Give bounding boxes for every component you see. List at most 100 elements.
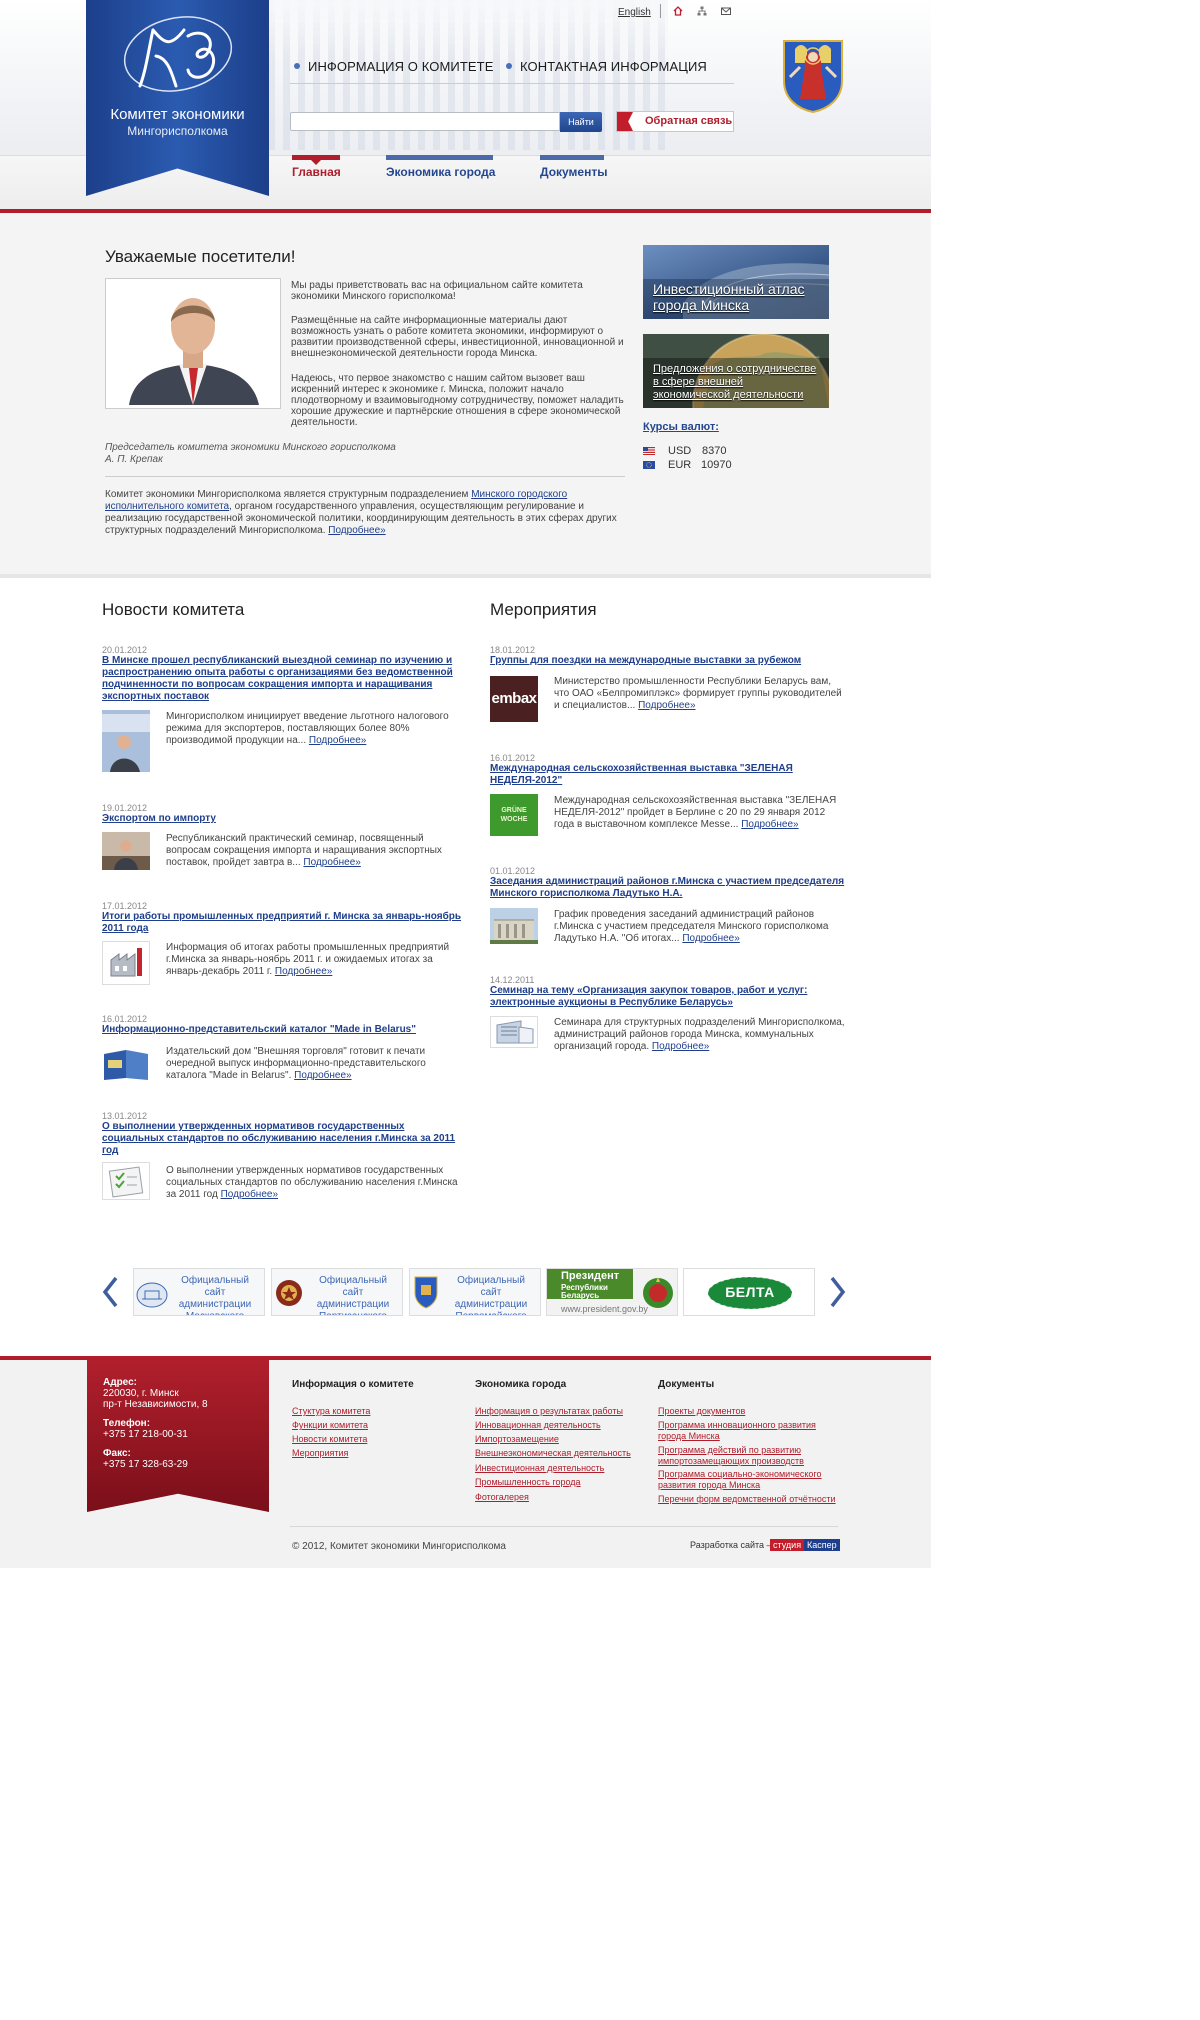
signature-name: А. П. Крепак — [105, 454, 163, 465]
news-more-link[interactable]: Подробнее» — [221, 1189, 278, 1200]
news-more-link[interactable]: Подробнее» — [275, 966, 332, 977]
divider — [105, 476, 625, 477]
signature-role: Председатель комитета экономики Минского… — [105, 442, 396, 453]
mail-icon[interactable] — [721, 6, 731, 16]
tab-economy[interactable]: Экономика города — [386, 165, 495, 179]
footer-link[interactable]: Промышленность города — [475, 1477, 581, 1488]
footer-link[interactable]: Внешнеэкономическая деятельность — [475, 1448, 631, 1459]
footer-col-economy-title[interactable]: Экономика города — [475, 1379, 566, 1390]
news-summary-text: Мингорисполком инициирует введение льгот… — [166, 711, 449, 746]
news-summary: Издательский дом "Внешняя торговля" гото… — [166, 1046, 461, 1082]
cooperation-link[interactable]: Предложения о сотрудничестве в сфере вне… — [653, 363, 823, 402]
event-thumbnail[interactable] — [490, 1016, 538, 1048]
page: Комитет экономики Мингорисполкома Englis… — [0, 0, 931, 1568]
event-date: 14.12.2011 — [490, 975, 535, 985]
footer-link[interactable]: Мероприятия — [292, 1448, 348, 1459]
rate-value: 10970 — [701, 459, 732, 471]
cooperation-banner[interactable]: Предложения о сотрудничестве в сфере вне… — [643, 334, 829, 408]
factory-icon[interactable] — [102, 941, 150, 985]
footer-link[interactable]: Стуктура комитета — [292, 1406, 370, 1417]
footer-link[interactable]: Инновационная деятельность — [475, 1420, 601, 1431]
top-nav-contacts[interactable]: КОНТАКТНАЯ ИНФОРМАЦИЯ — [520, 59, 707, 74]
news-title-link[interactable]: Итоги работы промышленных предприятий г.… — [102, 911, 462, 935]
president-banner-url: www.president.gov.by — [561, 1304, 648, 1314]
event-title-link[interactable]: Заседания администраций районов г.Минска… — [490, 876, 845, 900]
news-title-link[interactable]: О выполнении утвержденных нормативов гос… — [102, 1121, 462, 1157]
news-more-link[interactable]: Подробнее» — [309, 735, 366, 746]
carousel-next-icon[interactable] — [830, 1276, 846, 1308]
footer-link[interactable]: Перечни форм ведомственной отчётности — [658, 1494, 840, 1505]
partner-banner-belta[interactable]: БЕЛТА — [683, 1268, 815, 1316]
news-title-link[interactable]: В Минске прошел республиканский выездной… — [102, 655, 462, 703]
footer-link[interactable]: Новости комитета — [292, 1434, 367, 1445]
news-thumbnail[interactable] — [102, 710, 150, 772]
footer-link[interactable]: Фотогалерея — [475, 1492, 529, 1503]
green-week-logo[interactable]: GRÜNE WOCHE — [490, 794, 538, 836]
event-date: 18.01.2012 — [490, 645, 536, 655]
news-more-link[interactable]: Подробнее» — [294, 1070, 351, 1081]
developer-badge[interactable]: студия — [770, 1539, 805, 1551]
address-line: 220030, г. Минск — [103, 1388, 179, 1399]
english-link[interactable]: English — [618, 7, 651, 18]
tab-documents-indicator — [540, 155, 604, 160]
address-label: Адрес: — [103, 1377, 137, 1388]
rate-code: USD — [668, 445, 692, 457]
investment-atlas-banner[interactable]: Инвестиционный атлас города Минска — [643, 245, 829, 319]
event-title-link[interactable]: Семинар на тему «Организация закупок тов… — [490, 985, 845, 1009]
partner-banner-president[interactable]: Президент Республики Беларусь www.presid… — [546, 1268, 678, 1316]
footer-link[interactable]: Программа социально-экономического разви… — [658, 1469, 840, 1491]
event-summary: График проведения заседаний администраци… — [554, 909, 846, 945]
news-thumbnail[interactable] — [102, 832, 150, 870]
bullet-icon — [506, 63, 512, 69]
home-icon[interactable] — [673, 6, 683, 16]
news-title-link[interactable]: Экспортом по импорту — [102, 813, 462, 825]
event-thumbnail[interactable] — [490, 908, 538, 944]
rate-value: 8370 — [702, 445, 727, 457]
footer-link[interactable]: Программа инновационного развития города… — [658, 1420, 840, 1442]
phone-number: +375 17 218-00-31 — [103, 1429, 188, 1440]
footer-link[interactable]: Программа действий по развитию импортоза… — [658, 1445, 840, 1467]
event-date: 01.01.2012 — [490, 866, 536, 876]
welcome-paragraph: Мы рады приветствовать вас на официально… — [291, 280, 583, 302]
partner-banner-partizansky[interactable]: Официальный сайт администрации Партизанс… — [271, 1268, 403, 1316]
footer-link[interactable]: Импортозамещение — [475, 1434, 559, 1445]
news-summary: Информация об итогах работы промышленных… — [166, 942, 461, 978]
checklist-icon[interactable] — [102, 1162, 150, 1200]
partner-banner-pervomaisky[interactable]: Официальный сайт администрации Первомайс… — [409, 1268, 541, 1316]
sitemap-icon[interactable] — [697, 6, 707, 16]
event-title-link[interactable]: Международная сельскохозяйственная выста… — [490, 763, 845, 787]
feedback-button[interactable]: Обратная связь — [616, 111, 734, 132]
investment-atlas-link[interactable]: Инвестиционный атлас города Минска — [653, 281, 829, 313]
events-title: Мероприятия — [490, 600, 597, 619]
event-date: 16.01.2012 — [490, 753, 536, 763]
event-more-link[interactable]: Подробнее» — [682, 933, 739, 944]
org-title: Комитет экономики — [110, 106, 245, 123]
tab-economy-indicator — [386, 155, 493, 160]
exchange-rates-title[interactable]: Курсы валют: — [643, 421, 719, 433]
footer-link[interactable]: Функции комитета — [292, 1420, 368, 1431]
footer-link[interactable]: Информация о результатах работы — [475, 1406, 623, 1417]
news-more-link[interactable]: Подробнее» — [303, 857, 360, 868]
tab-documents[interactable]: Документы — [540, 165, 607, 179]
event-more-link[interactable]: Подробнее» — [638, 700, 695, 711]
news-title-link[interactable]: Информационно-представительский каталог … — [102, 1024, 462, 1036]
footer-col-about-title[interactable]: Информация о комитете — [292, 1379, 414, 1390]
event-title-link[interactable]: Группы для поездки на международные выст… — [490, 655, 845, 667]
partner-banner-moskovsky[interactable]: Официальный сайт администрации Московско… — [133, 1268, 265, 1316]
event-more-link[interactable]: Подробнее» — [741, 819, 798, 830]
developer-badge[interactable]: Каспер — [804, 1539, 840, 1551]
tab-main[interactable]: Главная — [292, 165, 341, 179]
search-button[interactable]: Найти — [560, 112, 602, 132]
embax-logo[interactable]: embax — [490, 676, 538, 722]
footer-link[interactable]: Инвестиционная деятельность — [475, 1463, 604, 1474]
footer-col-documents-title[interactable]: Документы — [658, 1379, 714, 1390]
news-summary: Республиканский практический семинар, по… — [166, 833, 461, 869]
catalog-thumbnail[interactable] — [102, 1046, 150, 1082]
about-more-link[interactable]: Подробнее» — [328, 525, 385, 536]
carousel-prev-icon[interactable] — [102, 1276, 118, 1308]
top-nav-about[interactable]: ИНФОРМАЦИЯ О КОМИТЕТЕ — [308, 59, 493, 74]
news-date: 13.01.2012 — [102, 1111, 148, 1121]
footer-link[interactable]: Проекты документов — [658, 1406, 838, 1417]
event-more-link[interactable]: Подробнее» — [652, 1041, 709, 1052]
search-input[interactable] — [290, 112, 560, 131]
